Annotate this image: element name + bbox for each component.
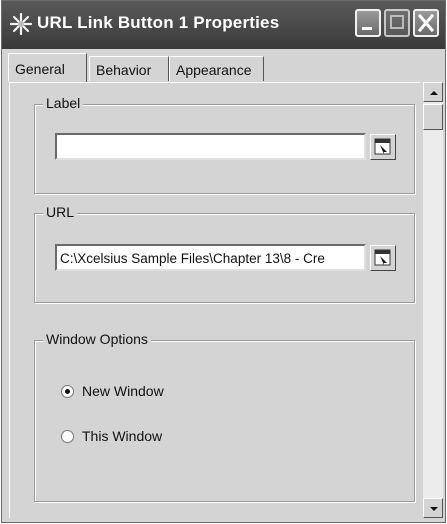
url-cell-selector-button[interactable] bbox=[370, 245, 396, 271]
tab-general[interactable]: General bbox=[8, 53, 87, 82]
arrow-down-icon bbox=[430, 507, 438, 511]
radio-new-window-label: New Window bbox=[82, 383, 164, 399]
title-bar[interactable]: URL Link Button 1 Properties bbox=[2, 1, 445, 49]
maximize-icon bbox=[390, 15, 404, 29]
tab-behavior-label: Behavior bbox=[96, 62, 152, 78]
tab-appearance[interactable]: Appearance bbox=[169, 56, 264, 81]
starburst-icon bbox=[8, 11, 34, 37]
minimize-icon bbox=[362, 27, 372, 30]
label-group: Label bbox=[34, 95, 415, 194]
tab-general-label: General bbox=[15, 61, 65, 77]
url-group: URL C:\Xcelsius Sample Files\Chapter 13\… bbox=[34, 204, 415, 303]
close-icon bbox=[417, 13, 435, 33]
scroll-thumb[interactable] bbox=[423, 104, 443, 130]
arrow-up-icon bbox=[430, 91, 438, 95]
tab-appearance-label: Appearance bbox=[176, 62, 252, 78]
cell-selector-icon bbox=[374, 249, 391, 266]
label-input[interactable] bbox=[55, 133, 366, 160]
scroll-down-button[interactable] bbox=[423, 498, 443, 518]
close-button[interactable] bbox=[413, 9, 439, 37]
radio-new-window[interactable]: New Window bbox=[61, 383, 164, 399]
label-cell-selector-button[interactable] bbox=[370, 134, 396, 160]
scroll-up-button[interactable] bbox=[423, 82, 443, 102]
properties-window: URL Link Button 1 Properties General Beh… bbox=[1, 0, 446, 523]
url-input[interactable]: C:\Xcelsius Sample Files\Chapter 13\8 - … bbox=[55, 244, 366, 271]
window-options-title: Window Options bbox=[43, 331, 151, 347]
cell-selector-icon bbox=[374, 138, 391, 155]
vertical-scrollbar[interactable] bbox=[423, 82, 443, 518]
general-panel: Label URL C:\Xcelsius Sample Files\Chapt… bbox=[9, 82, 420, 518]
radio-button-checked[interactable] bbox=[61, 385, 74, 398]
maximize-button[interactable] bbox=[384, 9, 410, 37]
radio-this-window-label: This Window bbox=[82, 428, 163, 444]
label-group-title: Label bbox=[43, 95, 84, 111]
minimize-button[interactable] bbox=[355, 9, 381, 37]
radio-button-unchecked[interactable] bbox=[61, 430, 74, 443]
url-group-title: URL bbox=[43, 204, 78, 220]
radio-this-window[interactable]: This Window bbox=[61, 428, 162, 444]
window-options-group: Window Options New Window This Window bbox=[34, 331, 415, 502]
window-title: URL Link Button 1 Properties bbox=[37, 13, 280, 32]
tab-behavior[interactable]: Behavior bbox=[89, 56, 169, 81]
